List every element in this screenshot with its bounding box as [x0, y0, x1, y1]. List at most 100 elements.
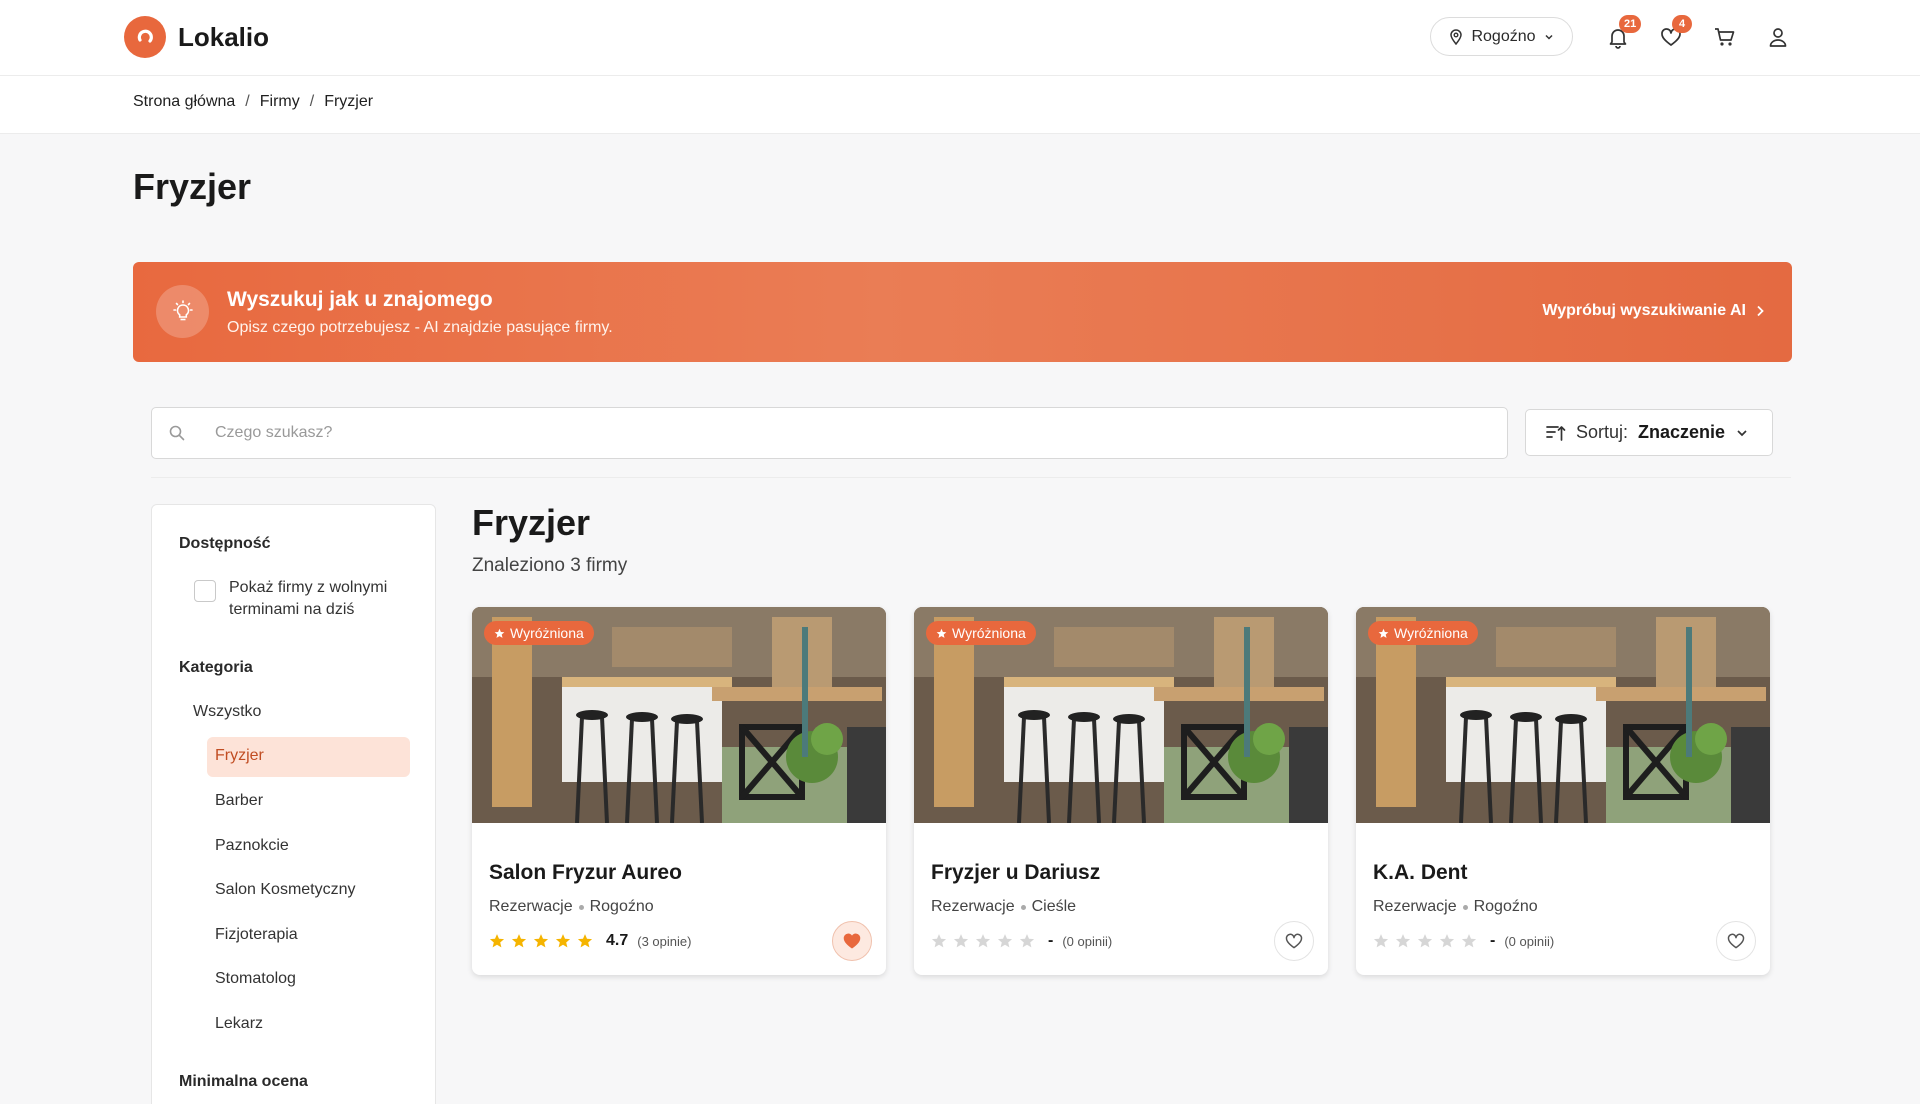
ai-banner-subtitle: Opisz czego potrzebujesz - AI znajdzie p… — [227, 319, 613, 336]
breadcrumb: Strona główna / Firmy / Fryzjer — [133, 93, 373, 111]
business-rating: - (0 opinii) — [931, 932, 1112, 950]
rating-value: 4.7 — [606, 932, 629, 949]
notifications-button[interactable]: 21 — [1603, 15, 1642, 54]
business-category: Rezerwacje — [1373, 898, 1457, 915]
category-item-salon-kosmetyczny[interactable]: Salon Kosmetyczny — [215, 881, 356, 899]
star-icon — [1378, 628, 1389, 638]
user-icon — [1769, 28, 1787, 47]
favorite-button[interactable] — [832, 921, 872, 961]
star-filled-icon — [577, 934, 593, 948]
logo-mark-icon — [124, 16, 166, 58]
search-icon — [169, 425, 185, 441]
location-pin-icon — [1450, 28, 1463, 45]
sort-label: Sortuj: — [1576, 422, 1629, 442]
favorite-button[interactable] — [1274, 921, 1314, 961]
ai-banner-title: Wyszukuj jak u znajomego — [227, 288, 493, 311]
star-filled-icon — [511, 934, 527, 948]
star-filled-icon — [489, 934, 505, 948]
featured-badge: Wyróżniona — [1368, 621, 1478, 645]
location-selector[interactable]: Rogoźno — [1430, 17, 1573, 56]
search-input[interactable]: Czego szukasz? — [151, 407, 1508, 459]
sort-icon — [1546, 425, 1566, 441]
sort-dropdown[interactable]: Sortuj: Znaczenie — [1525, 409, 1773, 456]
star-empty-icon — [975, 934, 991, 948]
min-rating-heading: Minimalna ocena — [179, 1073, 308, 1090]
featured-badge: Wyróżniona — [484, 621, 594, 645]
heart-icon — [1727, 933, 1745, 949]
business-name[interactable]: Salon Fryzur Aureo — [489, 861, 682, 885]
rating-stars — [489, 933, 593, 949]
business-city: Rogoźno — [1473, 898, 1538, 915]
breadcrumb-companies[interactable]: Firmy — [260, 93, 300, 111]
star-empty-icon — [953, 934, 969, 948]
meta-separator-dot — [578, 904, 584, 910]
category-item-fizjoterapia[interactable]: Fizjoterapia — [215, 926, 298, 944]
category-item-all[interactable]: Wszystko — [193, 703, 261, 721]
business-category: Rezerwacje — [931, 898, 1015, 915]
featured-label: Wyróżniona — [952, 625, 1026, 641]
results-count: Znaleziono 3 firmy — [472, 555, 628, 576]
rating-stars — [931, 933, 1035, 949]
favorites-badge: 4 — [1672, 15, 1692, 33]
star-filled-icon — [555, 934, 571, 948]
category-item-paznokcie[interactable]: Paznokcie — [215, 837, 289, 855]
star-empty-icon — [1461, 934, 1477, 948]
search-placeholder: Czego szukasz? — [215, 424, 333, 441]
rating-value: - — [1048, 932, 1054, 949]
breadcrumb-separator: / — [309, 93, 315, 110]
review-count: (3 opinie) — [637, 933, 692, 949]
featured-label: Wyróżniona — [1394, 625, 1468, 641]
star-empty-icon — [1395, 934, 1411, 948]
try-ai-search-link[interactable]: Wypróbuj wyszukiwanie AI — [1542, 302, 1766, 320]
business-card[interactable]: Wyróżniona K.A. Dent Rezerwacje Rogoźno … — [1356, 607, 1770, 975]
business-category: Rezerwacje — [489, 898, 573, 915]
business-rating: 4.7 (3 opinie) — [489, 932, 691, 950]
location-label: Rogoźno — [1471, 27, 1536, 45]
heart-icon — [843, 933, 861, 949]
meta-separator-dot — [1020, 904, 1026, 910]
heart-icon — [1285, 933, 1303, 949]
favorite-button[interactable] — [1716, 921, 1756, 961]
business-card[interactable]: Wyróżniona Salon Fryzur Aureo Rezerwacje… — [472, 607, 886, 975]
review-count: (0 opinii) — [1504, 933, 1555, 949]
chevron-down-icon — [1737, 429, 1747, 436]
category-item-lekarz[interactable]: Lekarz — [215, 1015, 263, 1033]
brand-name: Lokalio — [178, 21, 270, 52]
cart-icon — [1715, 28, 1735, 46]
business-photo: Wyróżniona — [1356, 607, 1770, 823]
breadcrumb-home[interactable]: Strona główna — [133, 93, 235, 111]
account-button[interactable] — [1763, 20, 1793, 54]
breadcrumb-current: Fryzjer — [324, 93, 374, 110]
cart-button[interactable] — [1710, 20, 1740, 54]
star-empty-icon — [1417, 934, 1433, 948]
business-city: Rogoźno — [589, 898, 654, 915]
category-item-stomatolog[interactable]: Stomatolog — [215, 970, 296, 988]
meta-separator-dot — [1462, 904, 1468, 910]
availability-heading: Dostępność — [179, 535, 271, 552]
business-meta: Rezerwacje Rogoźno — [1373, 898, 1538, 916]
free-slots-checkbox[interactable] — [194, 580, 216, 602]
business-card[interactable]: Wyróżniona Fryzjer u Dariusz Rezerwacje … — [914, 607, 1328, 975]
category-item-barber[interactable]: Barber — [215, 792, 263, 810]
notifications-badge: 21 — [1619, 15, 1642, 33]
business-photo: Wyróżniona — [472, 607, 886, 823]
brand-logo[interactable]: Lokalio — [124, 16, 269, 58]
favorites-button[interactable]: 4 — [1656, 15, 1692, 54]
free-slots-label[interactable]: Pokaż firmy z wolnymi terminami na dziś — [229, 577, 419, 621]
star-empty-icon — [931, 934, 947, 948]
star-empty-icon — [1373, 934, 1389, 948]
results-title: Fryzjer — [472, 502, 591, 543]
business-name[interactable]: K.A. Dent — [1373, 861, 1468, 885]
review-count: (0 opinii) — [1062, 933, 1113, 949]
chevron-down-icon — [1544, 34, 1553, 40]
category-item-fryzjer[interactable]: Fryzjer — [207, 737, 410, 777]
star-icon — [936, 628, 947, 638]
breadcrumb-bar: Strona główna / Firmy / Fryzjer — [0, 76, 1920, 134]
featured-badge: Wyróżniona — [926, 621, 1036, 645]
business-name[interactable]: Fryzjer u Dariusz — [931, 861, 1100, 885]
chevron-right-icon — [1757, 305, 1764, 317]
star-empty-icon — [1019, 934, 1035, 948]
rating-value: - — [1490, 932, 1496, 949]
filters-sidebar: Dostępność Pokaż firmy z wolnymi termina… — [151, 504, 436, 1104]
business-meta: Rezerwacje Rogoźno — [489, 898, 654, 916]
